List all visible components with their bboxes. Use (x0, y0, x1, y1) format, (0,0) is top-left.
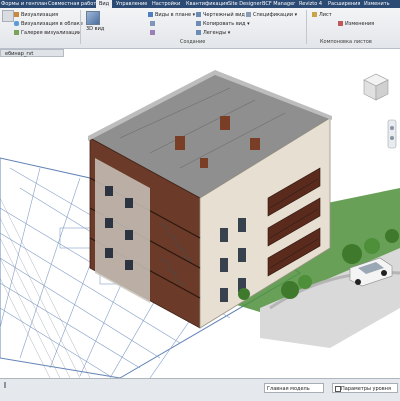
tab-extensions[interactable]: Расширения (328, 0, 360, 8)
section-hatching (0, 197, 91, 379)
navigation-wheel-icon (387, 119, 397, 149)
ribbon-panel: Визуализация Визуализация в облаке Галер… (0, 8, 400, 49)
tab-quantification[interactable]: Квантификация (186, 0, 228, 8)
render-icon[interactable] (2, 10, 14, 22)
sheet-button[interactable]: Лист (312, 12, 332, 18)
create-group-label: Создание (180, 39, 206, 45)
3d-viewport[interactable] (0, 58, 400, 379)
chimney (175, 136, 185, 150)
viewcube-icon (363, 73, 389, 101)
render-button[interactable]: Визуализация (14, 12, 58, 18)
revisions-icon (338, 21, 343, 26)
status-bar: Главная модель Параметры уровня (0, 378, 400, 401)
ribbon-tab-bar: Формы и генплан Совместная работа Вид Уп… (0, 0, 400, 8)
active-model-select[interactable]: Главная модель (264, 383, 324, 393)
checkbox-icon[interactable] (335, 386, 341, 392)
revisions-button[interactable]: Изменения (338, 21, 374, 27)
drafting-view-button[interactable]: Чертежный вид (196, 12, 245, 18)
tab-revizto[interactable]: Revizto 4 (299, 0, 322, 8)
tab-manage[interactable]: Управление (116, 0, 147, 8)
plan-views-button[interactable]: Виды в плане ▾ (148, 12, 195, 18)
schedule-icon (246, 12, 251, 17)
tab-site[interactable]: Формы и генплан (1, 0, 47, 8)
duplicate-view-icon (196, 21, 201, 26)
cloud-render-button[interactable]: Визуализация в облаке (14, 21, 83, 27)
drafting-view-icon (196, 12, 201, 17)
elevation-icon[interactable] (150, 21, 155, 26)
schedules-button[interactable]: Спецификации ▾ (246, 12, 297, 18)
document-tab[interactable]: ебинар_rvt (0, 49, 64, 57)
duplicate-view-button[interactable]: Копировать вид ▾ (196, 21, 250, 27)
tab-modify[interactable]: Изменить (364, 0, 390, 8)
sheet-composition-group-label: Компоновка листов (320, 39, 372, 45)
gallery-icon (14, 30, 19, 35)
sheet-icon (312, 12, 317, 17)
ribbon-separator (306, 10, 307, 44)
section-icon[interactable] (150, 30, 155, 35)
3d-view-button[interactable]: 3D вид (86, 26, 104, 32)
level-properties-field[interactable]: Параметры уровня (332, 383, 398, 393)
chimney (250, 138, 260, 150)
tab-view[interactable]: Вид (96, 0, 113, 8)
building-3d-render (0, 70, 400, 379)
render-gallery-button[interactable]: Галерея визуализации (14, 30, 81, 36)
chimney (220, 116, 230, 130)
plan-view-icon (148, 12, 153, 17)
3d-view-icon[interactable] (86, 11, 100, 25)
legends-button[interactable]: Легенды ▾ (196, 30, 230, 36)
tab-bcf-manager[interactable]: BCF Manager (262, 0, 295, 8)
status-icon (4, 382, 6, 388)
teapot-icon (14, 12, 19, 17)
cloud-icon (14, 21, 19, 26)
tab-site-designer[interactable]: Site Designer (228, 0, 262, 8)
chimney (200, 158, 208, 168)
ribbon-separator (80, 10, 81, 44)
legend-icon (196, 30, 201, 35)
tab-settings[interactable]: Настройки (152, 0, 180, 8)
tab-collaborate[interactable]: Совместная работа (48, 0, 99, 8)
